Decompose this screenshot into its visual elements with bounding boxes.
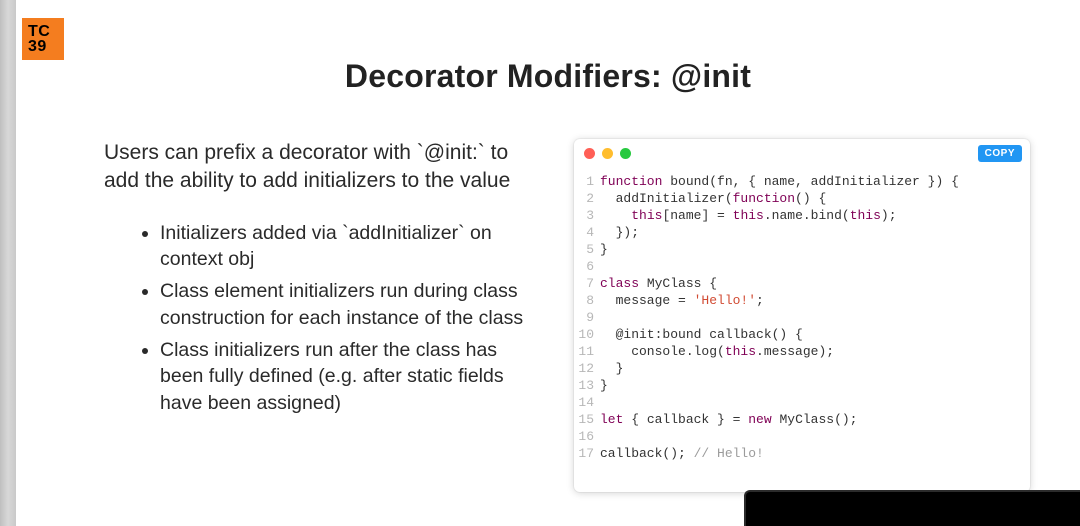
minimize-icon[interactable] [602,148,613,159]
line-number: 1 [578,173,600,190]
intro-paragraph: Users can prefix a decorator with `@init… [104,139,536,196]
document-gutter [0,0,16,526]
line-number: 7 [578,275,600,292]
line-number: 15 [578,411,600,428]
line-number: 10 [578,326,600,343]
line-number: 6 [578,258,600,275]
line-number: 13 [578,377,600,394]
line-number: 12 [578,360,600,377]
maximize-icon[interactable] [620,148,631,159]
line-number: 2 [578,190,600,207]
bullet-item: Class initializers run after the class h… [160,337,536,416]
code-lines: function bound(fn, { name, addInitialize… [600,173,1018,462]
copy-button[interactable]: COPY [978,145,1022,162]
line-number: 14 [578,394,600,411]
video-overlay-placeholder [744,490,1080,526]
bullet-item: Class element initializers run during cl… [160,278,536,331]
line-number: 16 [578,428,600,445]
code-header: COPY [574,139,1030,167]
line-number: 4 [578,224,600,241]
line-number-gutter: 1234567891011121314151617 [578,173,600,462]
window-controls [584,148,631,159]
slide-body: Users can prefix a decorator with `@init… [16,95,1080,492]
code-panel: COPY 1234567891011121314151617 function … [574,139,1030,492]
line-number: 17 [578,445,600,462]
line-number: 8 [578,292,600,309]
line-number: 3 [578,207,600,224]
text-column: Users can prefix a decorator with `@init… [16,139,536,422]
close-icon[interactable] [584,148,595,159]
line-number: 11 [578,343,600,360]
slide: Decorator Modifiers: @init Users can pre… [16,0,1080,526]
line-number: 5 [578,241,600,258]
line-number: 9 [578,309,600,326]
bullet-list: Initializers added via `addInitializer` … [104,220,536,416]
bullet-item: Initializers added via `addInitializer` … [160,220,536,273]
slide-title: Decorator Modifiers: @init [16,58,1080,95]
code-body: 1234567891011121314151617 function bound… [574,167,1030,492]
